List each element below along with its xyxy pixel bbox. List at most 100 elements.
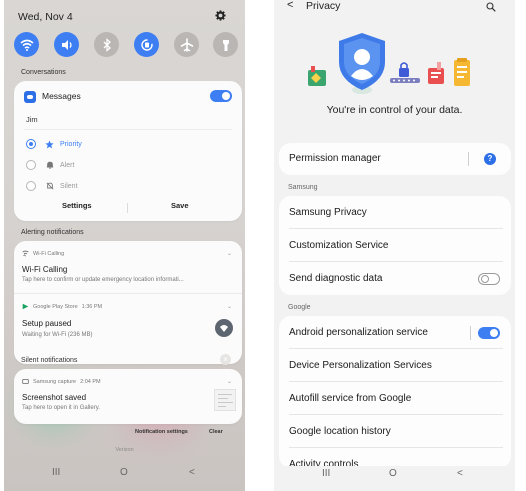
autofill-service-item[interactable]: Autofill service from Google <box>289 393 411 404</box>
device-personalization-item[interactable]: Device Personalization Services <box>289 360 432 371</box>
carrier-label: Verizon <box>115 447 134 453</box>
divider <box>470 326 471 340</box>
play-store-icon <box>22 303 29 310</box>
conversation-card: Messages Jim Priority Alert Silent Setti… <box>14 81 242 221</box>
divider <box>468 152 469 166</box>
divider <box>289 381 503 382</box>
screenshot-thumbnail <box>214 389 236 411</box>
privacy-illustration <box>302 30 492 100</box>
priority-radio[interactable] <box>26 139 36 149</box>
recents-button[interactable]: III <box>322 468 330 479</box>
star-icon <box>45 139 54 149</box>
flashlight-toggle-icon[interactable] <box>213 32 238 57</box>
priority-label: Priority <box>60 140 82 148</box>
conversations-section-label: Conversations <box>21 69 66 76</box>
search-icon[interactable] <box>486 0 498 12</box>
conversation-actions: Settings Save <box>14 201 242 215</box>
messages-app-icon <box>24 91 36 103</box>
help-icon[interactable]: ? <box>484 153 496 165</box>
notification-title: Setup paused <box>22 319 72 328</box>
divider <box>24 129 232 130</box>
samsung-privacy-item[interactable]: Samsung Privacy <box>289 207 367 218</box>
wifi-toggle-icon[interactable] <box>14 32 39 57</box>
google-location-history-item[interactable]: Google location history <box>289 426 391 437</box>
notification-meta: Google Play Store 1:36 PM <box>22 303 102 310</box>
divider <box>289 261 503 262</box>
notification-body: Waiting for Wi-Fi (236 MB) <box>22 332 93 338</box>
send-diagnostic-data-item[interactable]: Send diagnostic data <box>289 273 382 284</box>
navigation-bar: III O < <box>274 466 515 491</box>
notification-body: Tap here to open it in Gallery. <box>22 405 100 411</box>
bell-off-icon <box>45 182 54 191</box>
permission-manager-item[interactable]: Permission manager <box>289 153 381 164</box>
quick-settings-row <box>14 32 238 58</box>
screenshot-icon <box>22 378 29 385</box>
samsung-settings-card: Samsung Privacy Customization Service Se… <box>279 196 511 295</box>
notification-time: 1:36 PM <box>81 303 103 310</box>
divider <box>127 203 128 213</box>
chevron-down-icon[interactable]: ⌄ <box>227 303 232 310</box>
wifi-settings-action-icon[interactable] <box>215 319 233 337</box>
back-button[interactable]: < <box>457 468 463 479</box>
notification-shade-screen: Wed, Nov 4 Conversations Messages Jim Pr… <box>4 0 245 491</box>
notification-title: Screenshot saved <box>22 393 87 402</box>
notification-meta: Wi-Fi Calling <box>22 250 64 257</box>
home-button[interactable]: O <box>120 467 128 478</box>
divider <box>289 228 503 229</box>
auto-rotate-toggle-icon[interactable] <box>134 32 159 57</box>
samsung-section-label: Samsung <box>288 184 318 191</box>
sound-toggle-icon[interactable] <box>54 32 79 57</box>
conversation-contact-name: Jim <box>26 115 38 124</box>
alert-label: Alert <box>60 161 75 169</box>
silent-notifications-card: Samsung capture 2:04 PM ⌄ Screenshot sav… <box>14 369 242 424</box>
page-title: Privacy <box>306 0 341 12</box>
silent-section-label: Silent notifications <box>21 357 78 364</box>
clear-button[interactable]: Clear <box>209 429 223 435</box>
notification-app-name: Samsung capture <box>33 378 77 385</box>
notification-time: 2:04 PM <box>80 378 101 385</box>
permission-manager-card: Permission manager ? <box>279 143 511 175</box>
recents-button[interactable]: III <box>52 467 60 478</box>
save-button[interactable]: Save <box>171 201 189 210</box>
android-personalization-toggle[interactable] <box>478 327 500 339</box>
home-button[interactable]: O <box>389 468 397 479</box>
priority-option[interactable]: Priority <box>26 138 82 150</box>
alerting-notifications-card: Wi-Fi Calling ⌄ Wi-Fi Calling Tap here t… <box>14 241 242 364</box>
bluetooth-toggle-icon[interactable] <box>94 32 119 57</box>
messages-notifications-toggle[interactable] <box>210 90 232 102</box>
silent-radio[interactable] <box>26 181 36 191</box>
messages-app-name: Messages <box>42 91 81 101</box>
customization-service-item[interactable]: Customization Service <box>289 240 388 251</box>
back-button[interactable]: < <box>189 467 195 478</box>
send-diagnostic-data-toggle[interactable] <box>478 273 500 285</box>
divider <box>289 414 503 415</box>
alert-radio[interactable] <box>26 160 36 170</box>
divider <box>289 348 503 349</box>
chevron-down-icon[interactable]: ⌄ <box>227 250 232 257</box>
android-personalization-item[interactable]: Android personalization service <box>289 327 428 338</box>
navigation-bar: III O < <box>4 464 245 486</box>
google-section-label: Google <box>288 304 311 311</box>
notification-body: Tap here to confirm or update emergency … <box>22 277 184 283</box>
chevron-down-icon[interactable]: ⌄ <box>227 378 232 385</box>
date-label: Wed, Nov 4 <box>18 11 73 23</box>
silent-option[interactable]: Silent <box>26 180 78 192</box>
google-settings-card: Android personalization service Device P… <box>279 316 511 470</box>
notification-meta: Samsung capture 2:04 PM <box>22 378 101 385</box>
notification-app-name: Wi-Fi Calling <box>33 250 65 257</box>
notification-app-name: Google Play Store <box>33 303 78 310</box>
silent-label: Silent <box>60 182 78 190</box>
notification-title: Wi-Fi Calling <box>22 265 68 274</box>
settings-button[interactable]: Settings <box>62 201 92 210</box>
divider <box>289 447 503 448</box>
divider <box>14 293 242 294</box>
dismiss-silent-icon[interactable]: × <box>220 354 231 365</box>
airplane-mode-toggle-icon[interactable] <box>174 32 199 57</box>
alerting-section-label: Alerting notifications <box>21 229 84 236</box>
notification-settings-button[interactable]: Notification settings <box>135 429 188 435</box>
alert-option[interactable]: Alert <box>26 159 74 171</box>
bell-icon <box>45 161 54 170</box>
back-arrow-icon[interactable]: < <box>287 0 293 11</box>
privacy-settings-screen: < Privacy You're in control of your data… <box>274 0 515 491</box>
settings-gear-icon[interactable] <box>215 10 226 24</box>
